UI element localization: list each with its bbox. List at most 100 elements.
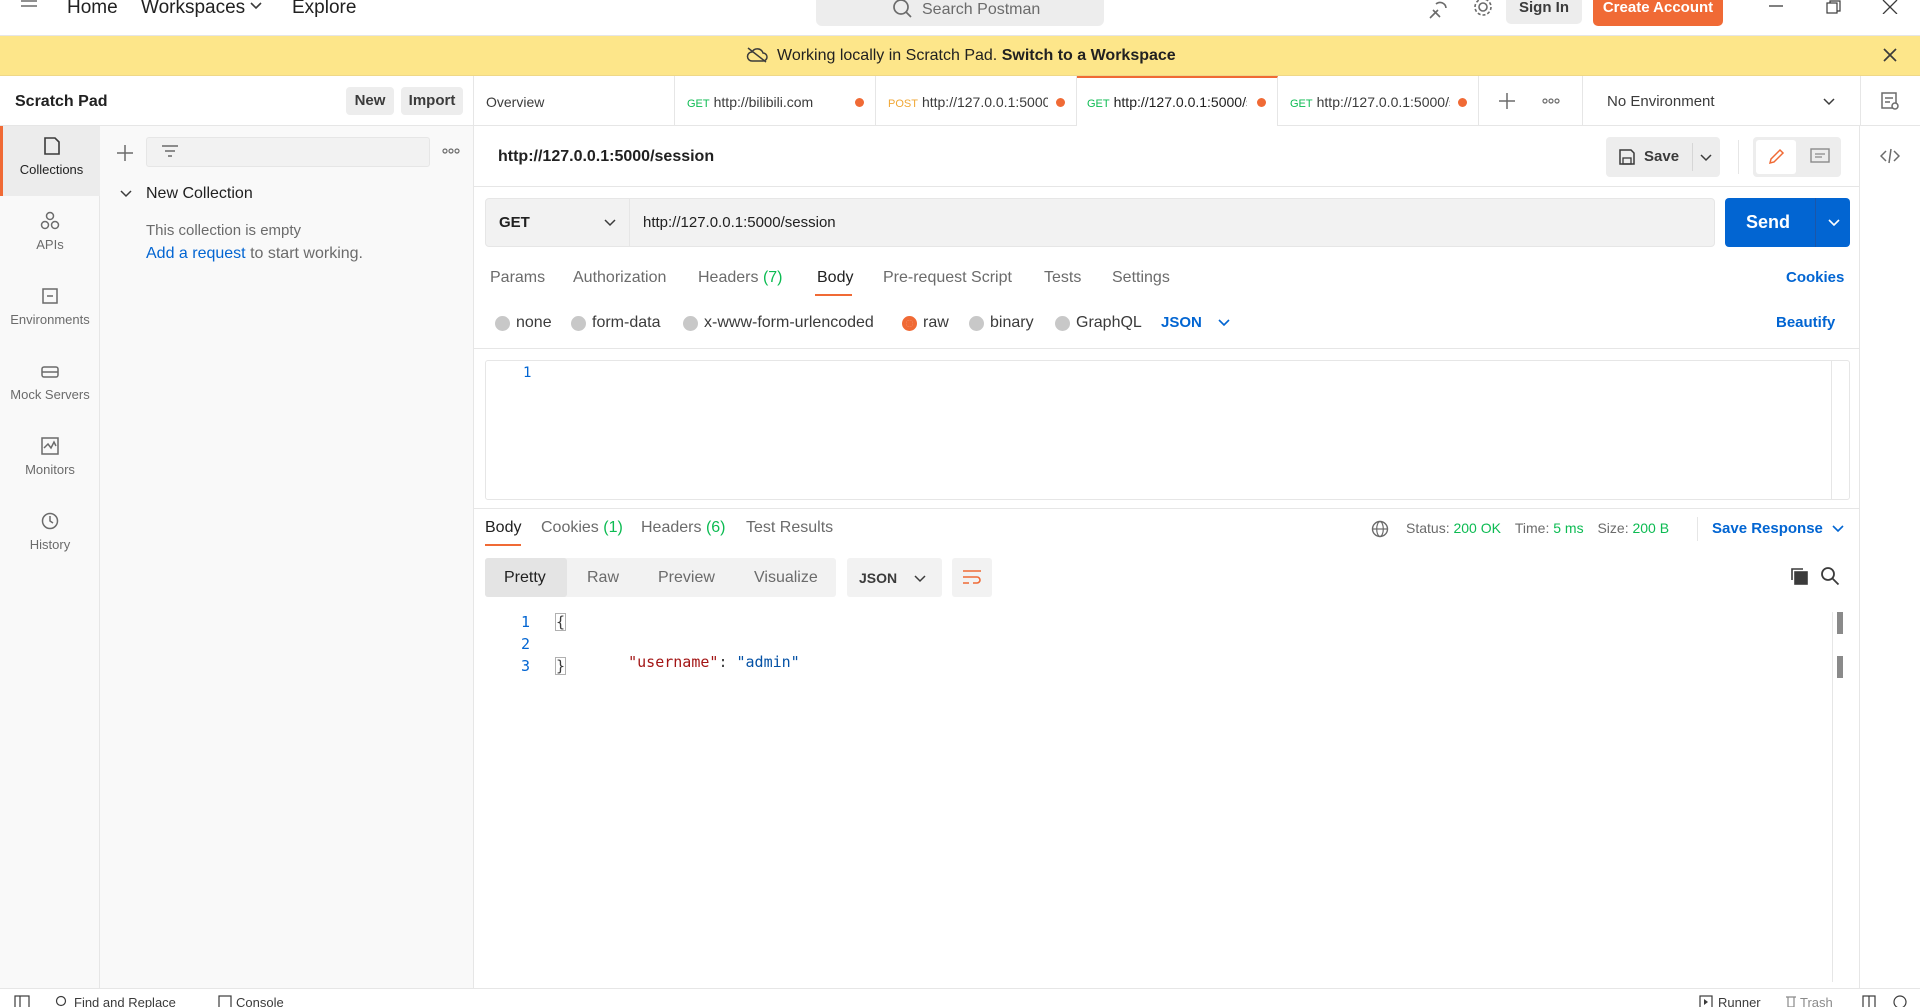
create-account-button[interactable]: Create Account <box>1593 0 1723 26</box>
search-box[interactable]: Search Postman <box>816 0 1104 26</box>
radio-graphql[interactable] <box>1055 316 1070 331</box>
wrap-lines-button[interactable] <box>952 558 992 597</box>
view-preview[interactable]: Preview <box>658 569 715 587</box>
tab-params[interactable]: Params <box>490 269 545 287</box>
new-button[interactable]: New <box>346 87 394 115</box>
url-input[interactable]: http://127.0.0.1:5000/session <box>630 199 1714 246</box>
status-value[interactable]: 200 OK <box>1453 520 1500 536</box>
save-button[interactable]: Save <box>1606 137 1692 177</box>
tab-pre-request-script[interactable]: Pre-request Script <box>883 269 1012 287</box>
sidebar-item-environments[interactable]: Environments <box>0 276 100 346</box>
search-response-icon[interactable] <box>1820 566 1840 586</box>
add-request-link[interactable]: Add a request <box>146 245 246 262</box>
edit-mode-button[interactable] <box>1756 140 1796 174</box>
save-options-chevron-icon[interactable] <box>1700 153 1712 163</box>
request-title[interactable]: http://127.0.0.1:5000/session <box>498 148 714 166</box>
save-response-button[interactable]: Save Response <box>1712 520 1823 537</box>
tab-headers[interactable]: Headers (7) <box>698 269 783 287</box>
radio-binary[interactable] <box>969 316 984 331</box>
add-collection-icon[interactable] <box>116 144 134 162</box>
more-options-icon[interactable] <box>442 148 460 154</box>
response-tab-cookies[interactable]: Cookies (1) <box>541 519 623 537</box>
radio-form-data[interactable] <box>571 316 586 331</box>
sidebar-item-history[interactable]: History <box>0 501 100 571</box>
collection-filter-input[interactable] <box>146 137 430 167</box>
editor-scrollbar-track[interactable] <box>1831 361 1832 499</box>
divider <box>474 348 1860 349</box>
chevron-down-icon[interactable] <box>120 189 132 199</box>
environment-select[interactable]: No Environment <box>1583 76 1848 126</box>
view-visualize[interactable]: Visualize <box>754 569 818 587</box>
console-button[interactable]: Console <box>236 995 284 1008</box>
scrollbar-marker[interactable] <box>1837 656 1843 678</box>
close-banner-icon[interactable] <box>1883 48 1897 62</box>
close-window-icon[interactable] <box>1882 0 1898 14</box>
view-pretty[interactable]: Pretty <box>485 558 567 597</box>
scrollbar-thumb[interactable] <box>1837 612 1843 634</box>
globe-icon[interactable] <box>1371 520 1389 538</box>
tab-request[interactable]: POST http://127.0.0.1:5000/ <box>876 76 1077 126</box>
toggle-sidebar-icon[interactable] <box>14 995 30 1007</box>
top-bar: Home Workspaces Explore Search Postman S… <box>0 0 1920 36</box>
sidebar-item-label: Monitors <box>25 462 75 477</box>
response-tab-body[interactable]: Body <box>485 519 521 537</box>
trash-button[interactable]: Trash <box>1800 995 1833 1008</box>
tab-settings[interactable]: Settings <box>1112 269 1170 287</box>
two-pane-icon[interactable] <box>1862 995 1876 1007</box>
tabs-more-icon[interactable] <box>1542 98 1560 104</box>
tab-body[interactable]: Body <box>817 269 853 287</box>
response-tab-headers[interactable]: Headers (6) <box>641 519 726 537</box>
radio-urlencoded[interactable] <box>683 316 698 331</box>
nav-home[interactable]: Home <box>67 0 118 17</box>
radio-raw[interactable] <box>902 316 917 331</box>
size-value[interactable]: 200 B <box>1632 520 1669 536</box>
tab-overview[interactable]: Overview <box>474 76 675 126</box>
tab-request-active[interactable]: GEThttp://127.0.0.1:5000/session <box>1077 76 1278 126</box>
unsaved-dot <box>1257 98 1266 107</box>
time-value[interactable]: 5 ms <box>1553 520 1583 536</box>
runner-icon <box>1699 995 1713 1007</box>
nav-explore[interactable]: Explore <box>292 0 356 17</box>
body-language-select[interactable]: JSON <box>1161 314 1202 331</box>
sign-in-button[interactable]: Sign In <box>1506 0 1582 24</box>
runner-button[interactable]: Runner <box>1718 995 1761 1008</box>
view-raw[interactable]: Raw <box>587 569 619 587</box>
restore-icon[interactable] <box>1826 0 1842 14</box>
new-tab-icon[interactable] <box>1498 92 1516 110</box>
sidebar-item-collections[interactable]: Collections <box>0 126 100 196</box>
menu-icon[interactable] <box>20 0 38 14</box>
tab-authorization[interactable]: Authorization <box>573 269 666 287</box>
import-button[interactable]: Import <box>401 87 463 115</box>
collection-name[interactable]: New Collection <box>146 185 253 203</box>
send-button[interactable]: Send <box>1725 198 1815 247</box>
request-body-editor[interactable]: 1 <box>485 360 1850 500</box>
method-select[interactable]: GET <box>486 199 630 246</box>
code-snippet-icon[interactable] <box>1880 148 1900 164</box>
nav-workspaces[interactable]: Workspaces <box>141 0 245 17</box>
sync-icon[interactable] <box>1428 0 1450 20</box>
sidebar-item-label: History <box>29 537 71 552</box>
beautify-link[interactable]: Beautify <box>1776 314 1835 331</box>
cookies-link[interactable]: Cookies <box>1786 269 1844 286</box>
response-tab-test-results[interactable]: Test Results <box>746 519 833 537</box>
copy-icon[interactable] <box>1789 566 1809 586</box>
switch-workspace-link[interactable]: Switch to a Workspace <box>1002 47 1176 64</box>
sidebar-item-mock-servers[interactable]: Mock Servers <box>0 351 100 421</box>
response-format-select[interactable]: JSON <box>847 558 942 597</box>
sidebar-item-monitors[interactable]: Monitors <box>0 426 100 496</box>
response-body-viewer[interactable]: 1 { 2 "username": "admin" 3 } <box>485 612 1850 982</box>
help-icon[interactable] <box>1893 995 1907 1007</box>
settings-gear-icon[interactable] <box>1472 0 1494 20</box>
send-options-chevron-icon[interactable] <box>1828 218 1840 228</box>
tab-request[interactable]: GET http://bilibili.com <box>675 76 876 126</box>
tab-request[interactable]: GEThttp://127.0.0.1:5000/session <box>1278 76 1479 126</box>
sidebar-item-apis[interactable]: APIs <box>0 201 100 271</box>
environment-quick-look-icon[interactable] <box>1880 91 1900 111</box>
tab-tests[interactable]: Tests <box>1044 269 1081 287</box>
find-replace-button[interactable]: Find and Replace <box>74 995 176 1008</box>
radio-none[interactable] <box>495 316 510 331</box>
tab-url: http://bilibili.com <box>713 94 814 110</box>
minimize-icon[interactable] <box>1768 0 1784 10</box>
comment-icon[interactable] <box>1810 148 1830 166</box>
find-icon <box>55 995 69 1007</box>
